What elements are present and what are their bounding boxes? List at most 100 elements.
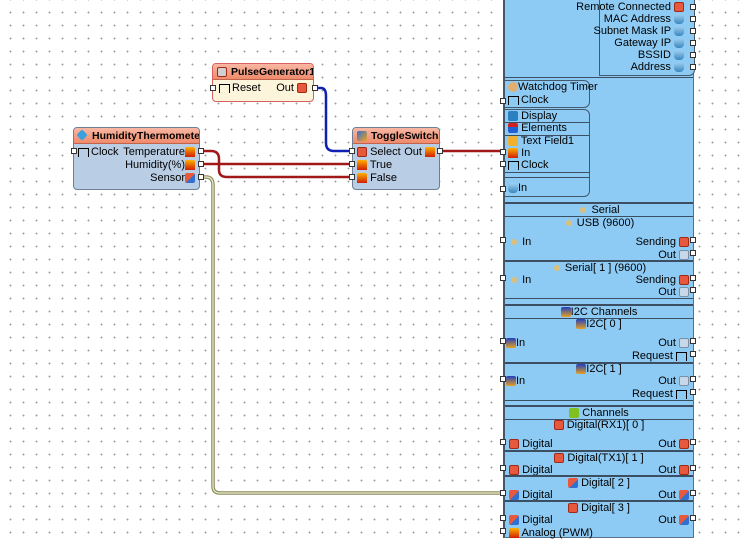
digital0-in-pin[interactable]	[500, 439, 506, 445]
sensor-icon	[679, 515, 689, 526]
digital1-out-pin[interactable]	[690, 465, 696, 471]
subnet-mask-pin[interactable]	[690, 28, 696, 34]
digital0-out-pin[interactable]	[690, 439, 696, 445]
false-pin[interactable]	[349, 174, 355, 180]
bssid-pin[interactable]	[690, 52, 696, 58]
text-icon	[508, 183, 518, 194]
digital-icon	[509, 465, 519, 476]
digital-pin-icon	[554, 453, 565, 464]
sensor-icon	[509, 490, 519, 501]
address-label: Address	[630, 61, 671, 73]
i2c1-request-label: Request	[631, 388, 673, 400]
clock-icon	[676, 389, 687, 399]
text-icon	[674, 38, 684, 49]
digital3-analog-pin[interactable]	[500, 528, 506, 534]
sensor-icon	[679, 490, 689, 501]
toggle-icon	[357, 131, 367, 141]
usb-sending-label: Sending	[635, 236, 676, 248]
serial1-sending-pin[interactable]	[690, 275, 696, 281]
digital2-out-pin[interactable]	[690, 490, 696, 496]
humidity-pin[interactable]	[198, 161, 204, 167]
temperature-pin[interactable]	[198, 148, 204, 154]
digital3-title: Digital[ 3 ]	[581, 502, 630, 514]
usb-in-pin[interactable]	[500, 237, 506, 243]
sensor-diamond-icon	[76, 129, 88, 141]
i2c-icon	[576, 364, 587, 375]
toggle-switch-component[interactable]: ToggleSwitch1 Select True False Out	[352, 127, 440, 190]
humidity-clock-pin[interactable]	[71, 148, 77, 154]
pulse-reset-pin[interactable]	[210, 85, 216, 91]
serial1-in-label: In	[522, 274, 532, 286]
toggle-out-pin[interactable]	[437, 148, 443, 154]
mac-address-pin[interactable]	[690, 16, 696, 22]
remote-connected-label: Remote Connected	[576, 1, 671, 13]
humidity-thermometer-component[interactable]: HumidityThermometer1 Clock Temperature H…	[73, 127, 200, 190]
usb-icon	[509, 275, 519, 286]
i2c1-out-pin[interactable]	[690, 376, 696, 382]
i2c0-out-pin[interactable]	[690, 338, 696, 344]
digital3-in-label: Digital	[522, 514, 553, 526]
wire-pulse-to-select[interactable]	[317, 86, 352, 153]
watchdog-panel[interactable]: Watchdog Timer Clock	[504, 80, 598, 108]
text-field-clock-label: Clock	[521, 159, 549, 171]
display-panel[interactable]: Display Elements Text Field1 In Clock In	[504, 109, 590, 197]
serial1-in-pin[interactable]	[500, 275, 506, 281]
i2c0-in-pin[interactable]	[500, 338, 506, 344]
pulse-out-pin[interactable]	[312, 85, 318, 91]
pulse-generator-component[interactable]: PulseGenerator1 Reset Out	[212, 63, 314, 102]
select-pin[interactable]	[349, 148, 355, 154]
digital0-title: Digital(RX1)[ 0 ]	[566, 419, 645, 431]
wire-sensor-to-digital2[interactable]	[201, 175, 503, 495]
text-field-clock-pin[interactable]	[500, 161, 506, 167]
toggle-title: ToggleSwitch1	[371, 130, 440, 142]
digital1-in-pin[interactable]	[500, 465, 506, 471]
digital3-out-pin[interactable]	[690, 515, 696, 521]
i2c1-in-pin[interactable]	[500, 376, 506, 382]
digital1-title: Digital(TX1)[ 1 ]	[567, 452, 644, 464]
digital3-analog-label: Analog (PWM)	[521, 527, 593, 539]
true-pin[interactable]	[349, 161, 355, 167]
usb-sending-pin[interactable]	[690, 237, 696, 243]
i2c1-request-pin[interactable]	[690, 389, 696, 395]
digital3-out-label: Out	[658, 514, 676, 526]
sensor-icon	[185, 173, 195, 184]
out-label: Out	[276, 82, 294, 94]
digital2-in-pin[interactable]	[500, 490, 506, 496]
serial1-out-pin[interactable]	[690, 287, 696, 293]
remote-connected-pin[interactable]	[690, 4, 696, 10]
display-in-pin[interactable]	[500, 186, 506, 192]
clock-icon	[508, 160, 519, 170]
data-icon	[679, 287, 689, 298]
reset-label: Reset	[232, 82, 261, 94]
sensor-pin[interactable]	[198, 174, 204, 180]
usb-title: USB (9600)	[576, 217, 635, 229]
i2c-title: I2C Channels	[570, 306, 638, 318]
true-label: True	[369, 159, 393, 171]
i2c0-request-pin[interactable]	[690, 351, 696, 357]
address-pin[interactable]	[690, 64, 696, 70]
humidity-title-bar: HumidityThermometer1	[74, 128, 199, 144]
text-icon	[674, 50, 684, 61]
display-title: Display	[521, 110, 558, 122]
display-icon	[508, 111, 518, 122]
bssid-label: BSSID	[637, 49, 671, 61]
analog-icon	[185, 160, 195, 171]
usb-out-pin[interactable]	[690, 250, 696, 256]
digital-pin-icon	[568, 503, 578, 514]
watchdog-icon	[508, 82, 518, 93]
watchdog-clock-pin[interactable]	[500, 98, 506, 104]
digital-pin-icon	[553, 420, 564, 431]
i2c1-in-label: In	[516, 375, 526, 387]
text-field-icon	[508, 136, 518, 147]
board-component[interactable]: Remote Connected MAC Address Subnet Mask…	[503, 0, 695, 539]
digital3-in-pin[interactable]	[500, 515, 506, 521]
analog-icon	[357, 160, 367, 171]
text-field-in-pin[interactable]	[500, 149, 506, 155]
gateway-ip-pin[interactable]	[690, 40, 696, 46]
watchdog-clock-label: Clock	[521, 94, 549, 106]
analog-icon	[508, 148, 518, 159]
digital0-in-label: Digital	[522, 438, 553, 450]
analog-icon	[509, 528, 519, 539]
data-icon	[679, 250, 689, 261]
i2c0-title: I2C[ 0 ]	[586, 318, 622, 330]
